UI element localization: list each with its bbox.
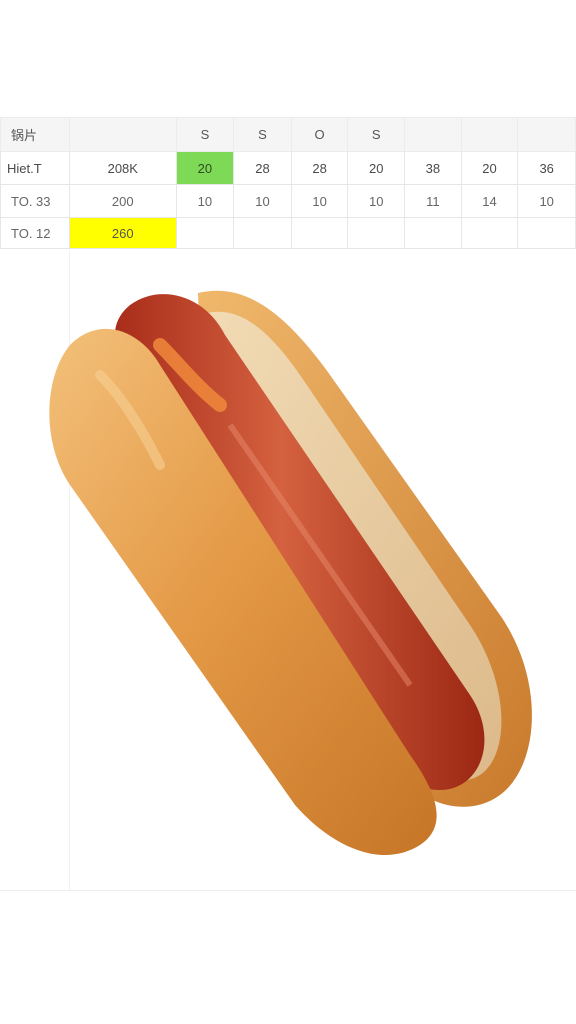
header-cell[interactable]: S — [347, 117, 406, 152]
table-cell[interactable]: 10 — [233, 184, 292, 218]
table-cell[interactable]: 11 — [404, 184, 462, 218]
data-table: 锅片 S S O S Hiet.T 208K 20 28 28 20 38 20… — [0, 117, 576, 249]
table-cell[interactable] — [517, 217, 576, 249]
table-cell[interactable]: 36 — [517, 151, 576, 185]
highlighted-cell[interactable]: 20 — [175, 151, 235, 185]
table-cell[interactable]: 10 — [517, 184, 576, 218]
table-cell[interactable]: 20 — [460, 151, 519, 185]
table-cell[interactable] — [175, 217, 235, 249]
table-cell[interactable]: 10 — [347, 184, 406, 218]
table-cell[interactable] — [290, 217, 349, 249]
table-cell[interactable] — [404, 217, 462, 249]
header-cell[interactable] — [460, 117, 519, 152]
header-cell[interactable] — [517, 117, 576, 152]
header-cell[interactable]: S — [233, 117, 292, 152]
table-cell[interactable]: 208K — [68, 151, 177, 185]
table-cell[interactable]: 28 — [233, 151, 292, 185]
table-cell[interactable]: 20 — [347, 151, 406, 185]
table-cell[interactable]: 200 — [68, 184, 177, 218]
highlighted-cell[interactable]: 260 — [68, 217, 177, 249]
table-cell[interactable]: 10 — [290, 184, 349, 218]
table-cell[interactable]: 14 — [460, 184, 519, 218]
row-label-cell[interactable]: TO. 12 — [0, 217, 70, 249]
table-row: Hiet.T 208K 20 28 28 20 38 20 36 — [0, 151, 576, 185]
header-cell[interactable]: S — [175, 117, 235, 152]
header-cell[interactable] — [68, 117, 177, 152]
table-row: TO. 12 260 — [0, 217, 576, 249]
table-cell[interactable]: 38 — [404, 151, 462, 185]
table-cell[interactable] — [460, 217, 519, 249]
table-cell[interactable] — [233, 217, 292, 249]
table-cell[interactable] — [347, 217, 406, 249]
table-cell[interactable]: 10 — [175, 184, 235, 218]
row-label-cell[interactable]: TO. 33 — [0, 184, 70, 218]
header-row: 锅片 S S O S — [0, 117, 576, 152]
table-row: TO. 33 200 10 10 10 10 11 14 10 — [0, 184, 576, 218]
row-label-cell[interactable]: Hiet.T — [0, 151, 70, 185]
hot-dog-image — [49, 290, 532, 855]
header-cell[interactable]: O — [290, 117, 349, 152]
table-cell[interactable]: 28 — [290, 151, 349, 185]
header-cell[interactable]: 锅片 — [0, 117, 70, 152]
header-cell[interactable] — [404, 117, 462, 152]
